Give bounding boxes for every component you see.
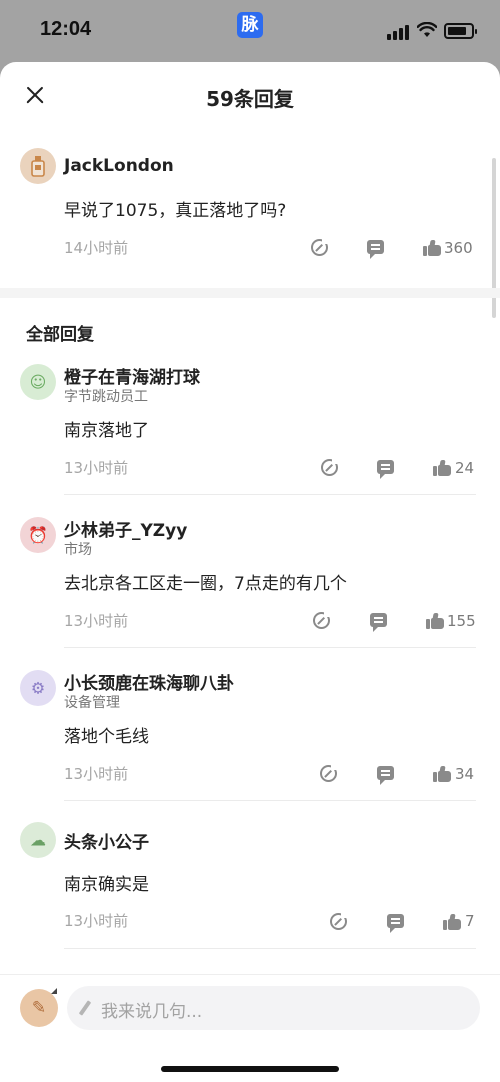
comment-text: 落地个毛线 [64,727,149,747]
reply-icon[interactable] [370,613,387,632]
avatar[interactable]: ☁ [20,822,56,858]
comment-time: 13小时前 [64,612,129,630]
avatar[interactable]: ⏰ [20,517,56,553]
share-icon[interactable] [313,610,331,629]
comment-text: 南京确实是 [64,875,149,895]
section-divider [0,288,500,298]
reply-icon[interactable] [387,914,404,933]
comment-input[interactable]: 我来说几句... [67,986,480,1030]
comment-text: 早说了1075，真正落地了吗? [64,201,287,221]
avatar[interactable]: ☺ [20,364,56,400]
like-count: 155 [447,612,476,630]
divider [64,494,476,495]
like-icon[interactable] [443,914,461,930]
like-icon[interactable] [426,613,444,629]
my-avatar[interactable]: ✎ [20,989,58,1027]
share-icon[interactable] [320,763,338,782]
status-bar: 12:04 脉 [0,0,500,60]
comment-time: 13小时前 [64,765,129,783]
divider [64,647,476,648]
like-count: 24 [455,459,475,477]
author-title: 市场 [64,542,92,558]
like-icon[interactable] [433,460,451,476]
share-icon[interactable] [311,237,329,256]
pencil-icon [78,1000,92,1016]
sheet-header: 59条回复 [0,62,500,128]
cellular-signal-icon [387,24,409,40]
input-placeholder: 我来说几句... [101,1002,203,1022]
avatar[interactable]: ⚙ [20,670,56,706]
comment-input-bar: ✎ 我来说几句... [0,974,500,1082]
like-count: 7 [465,912,475,930]
comment-text: 去北京各工区走一圈，7点走的有几个 [64,574,347,594]
like-icon[interactable] [423,240,441,256]
comment-author[interactable]: 小长颈鹿在珠海聊八卦 [64,669,234,694]
status-time: 12:04 [40,18,92,40]
avatar-switch-icon[interactable] [51,988,57,994]
like-count: 34 [455,765,475,783]
page-title: 59条回复 [206,87,294,111]
divider [64,800,476,801]
share-icon[interactable] [330,911,348,930]
cat-icon: ✎ [31,998,47,1018]
comment-time: 14小时前 [64,239,129,257]
comment-author[interactable]: JackLondon [64,156,174,176]
share-icon[interactable] [321,457,339,476]
comment-time: 13小时前 [64,912,129,930]
like-icon[interactable] [433,766,451,782]
comment-author[interactable]: 橙子在青海湖打球 [64,363,200,388]
like-count: 360 [444,239,473,257]
reply-icon[interactable] [367,240,384,259]
reply-icon[interactable] [377,766,394,785]
comment-author[interactable]: 头条小公子 [64,828,149,853]
divider [64,948,476,949]
home-indicator[interactable] [161,1066,339,1072]
wifi-icon [417,22,437,37]
comment-time: 13小时前 [64,459,129,477]
author-title: 设备管理 [64,695,120,711]
reply-icon[interactable] [377,460,394,479]
maimai-app-icon: 脉 [237,12,263,38]
replies-sheet: 59条回复 JackLondon 早说了1075，真正落地了吗? 14小时前 3… [0,62,500,1082]
comment-author[interactable]: 少林弟子_YZyy [64,516,187,541]
battery-icon [444,23,477,39]
section-title: 全部回复 [26,325,94,345]
comment-text: 南京落地了 [64,421,149,441]
perfume-bottle-icon [31,156,45,177]
avatar[interactable] [20,148,56,184]
author-title: 字节跳动员工 [64,389,148,405]
